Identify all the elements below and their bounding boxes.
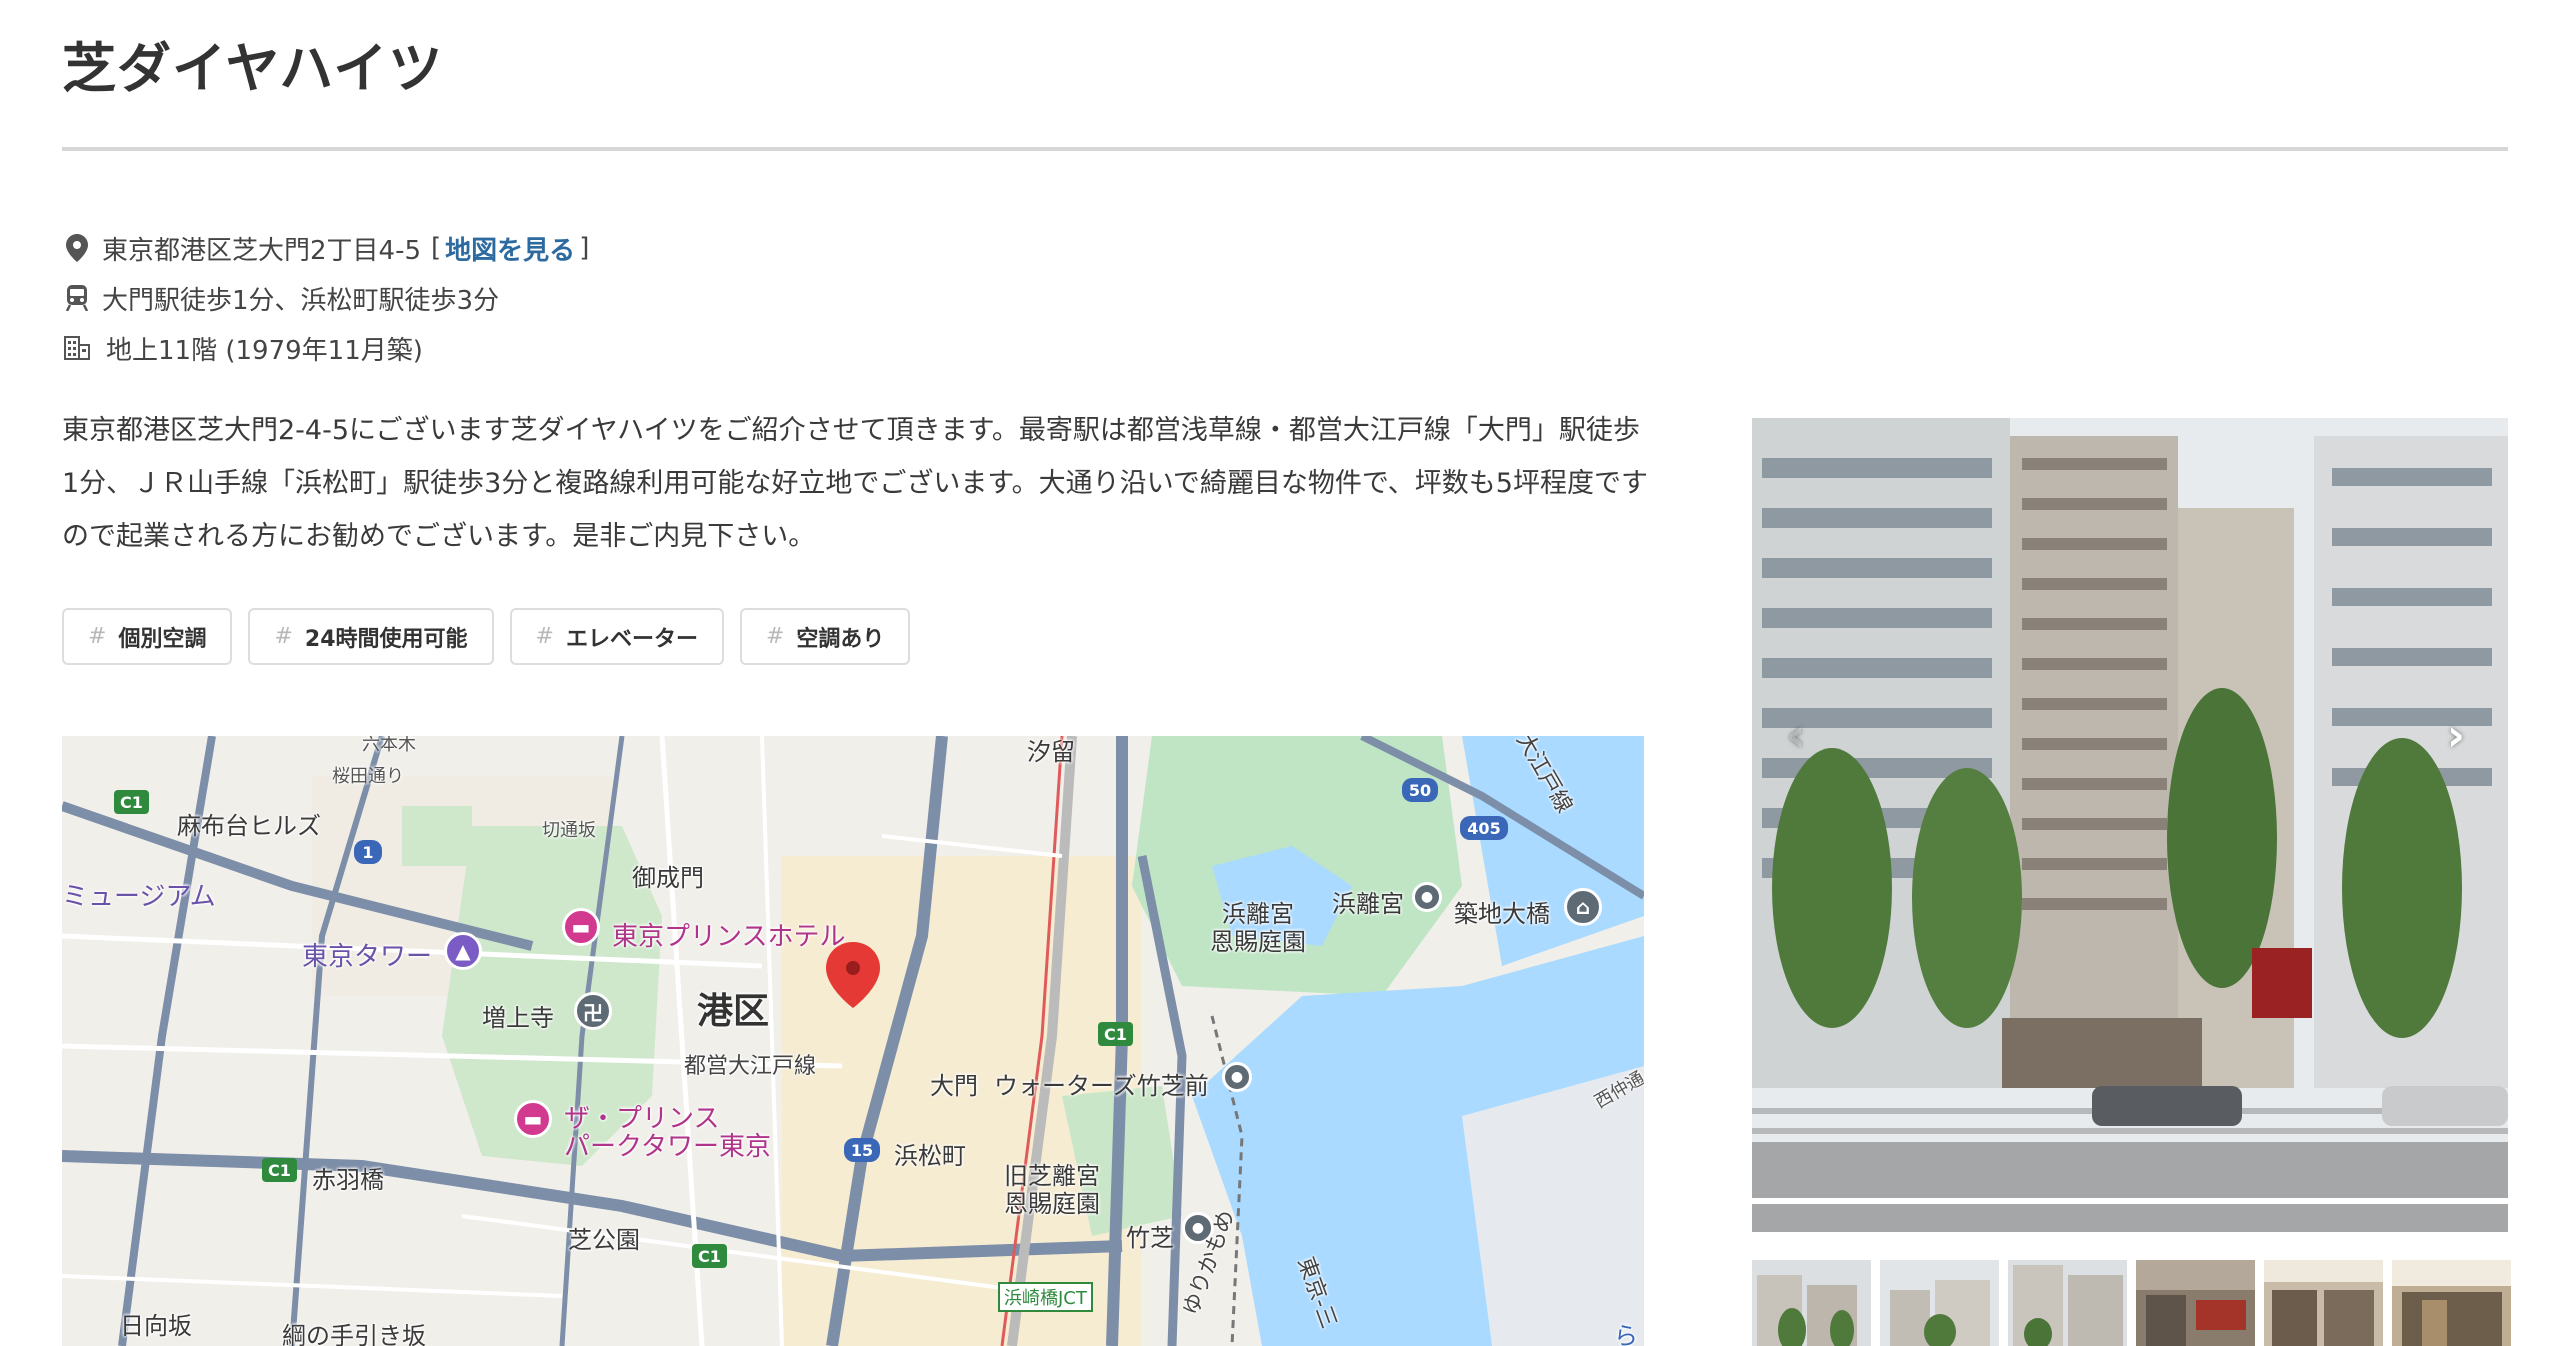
map-label-hinatazaka: 日向坂 — [120, 1312, 192, 1340]
tag-label: 個別空調 — [118, 626, 207, 652]
property-description: 東京都港区芝大門2-4-5にございます芝ダイヤハイツをご紹介させて頂きます。最寄… — [62, 404, 1662, 563]
map-label-sakurada: 桜田通り — [332, 766, 404, 787]
thumbnail-1[interactable] — [1752, 1260, 1871, 1346]
map-label-museum: ミュージアム — [62, 882, 216, 912]
map-label-tokyo-tower: 東京タワー — [302, 942, 433, 972]
bracket-open: [ — [431, 233, 442, 263]
description-line: 東京都港区芝大門2-4-5にございます芝ダイヤハイツをご紹介させて頂きます。最寄… — [62, 415, 1640, 446]
hotel-icon: ▬ — [514, 1100, 552, 1138]
map-label-roppongi: 六本木 — [362, 736, 416, 755]
c1-shield: C1 — [1098, 1022, 1133, 1046]
building-row: 地上11階 (1979年11月築) — [62, 328, 423, 368]
map-label-azabudai: 麻布台ヒルズ — [177, 812, 321, 840]
thumbnail-2[interactable] — [1880, 1260, 1999, 1346]
map-pin-icon — [62, 233, 92, 263]
train-icon — [62, 283, 92, 313]
thumbnail-4[interactable] — [2136, 1260, 2255, 1346]
gallery-prev-button[interactable]: ‹ — [1776, 710, 1816, 761]
tower-icon: ▲ — [444, 932, 482, 970]
tag-individual-ac[interactable]: # 個別空調 — [62, 608, 233, 665]
page-title: 芝ダイヤハイツ — [62, 37, 444, 100]
c1-shield: C1 — [262, 1158, 297, 1182]
map-label-kiridoshi: 切通坂 — [542, 820, 596, 841]
map-label-onarimon: 御成門 — [632, 864, 704, 892]
gallery-next-button[interactable]: › — [2436, 710, 2476, 761]
map-label-waters: ウォーターズ竹芝前 — [994, 1072, 1209, 1100]
c1-shield: C1 — [114, 790, 149, 814]
address-text: 東京都港区芝大門2丁目4-5 — [102, 235, 422, 266]
tag-aircon[interactable]: # 空調あり — [739, 608, 911, 665]
map-label-tsukiji-ohashi: 築地大橋 — [1454, 900, 1550, 928]
hash-icon: # — [88, 624, 107, 649]
map-label-tsuna: 綱の手引き坂 — [282, 1322, 426, 1346]
map-label-shiodome: 汐留 — [1027, 738, 1075, 766]
map-label-kyu-shiba-2: 恩賜庭園 — [1004, 1190, 1100, 1218]
map-label-hamamatsucho: 浜松町 — [894, 1142, 966, 1170]
property-photo-main[interactable] — [1752, 418, 2508, 1232]
thumbnail-6[interactable] — [2392, 1260, 2511, 1346]
property-detail-page: 芝ダイヤハイツ 東京都港区芝大門2丁目4-5 [ 地図を見る ] 大門駅徒歩1分… — [0, 0, 2560, 1346]
route-shield: 50 — [1402, 778, 1438, 802]
map-label-takeshiba: 竹芝 — [1126, 1224, 1174, 1252]
bus-stop-icon: ● — [1222, 1062, 1252, 1092]
map-label-ra: ら — [1614, 1322, 1638, 1346]
tag-24h[interactable]: #24時間使用可能 — [248, 608, 494, 665]
map-label-oedo-line: 都営大江戸線 — [684, 1054, 817, 1079]
tag-label: 空調あり — [796, 626, 885, 652]
address-row: 東京都港区芝大門2丁目4-5 [ 地図を見る ] — [62, 228, 589, 268]
location-map[interactable]: 桜田通り 切通坂 麻布台ヒルズ ミュージアム 東京タワー ▲ ▬ 東京プリンスホ… — [62, 736, 1644, 1346]
title-divider — [62, 147, 2508, 151]
photo-thumbnails — [1752, 1260, 2511, 1346]
hotel-icon: ▬ — [562, 908, 600, 946]
description-line: ので起業される方にお勧めでございます。是非ご内見下さい。 — [62, 521, 816, 552]
hash-icon: # — [765, 624, 785, 649]
bracket-close: ] — [579, 233, 590, 263]
route-shield: 405 — [1460, 816, 1508, 840]
thumbnail-3[interactable] — [2008, 1260, 2127, 1346]
bridge-icon: ⌂ — [1564, 888, 1602, 926]
feature-tags: # 個別空調 #24時間使用可能 # エレベーター # 空調あり — [62, 608, 911, 665]
view-map-link[interactable]: 地図を見る — [445, 230, 575, 267]
map-label-minato: 港区 — [697, 991, 770, 1032]
access-row: 大門駅徒歩1分、浜松町駅徒歩3分 — [62, 278, 499, 318]
map-label-akabanebashi: 赤羽橋 — [312, 1166, 384, 1194]
map-label-hamarikyu-2: 恩賜庭園 — [1210, 928, 1306, 956]
bus-stop-icon: ● — [1412, 882, 1442, 912]
map-label-zojoji: 増上寺 — [482, 1004, 554, 1032]
hash-icon: # — [274, 624, 293, 649]
map-label-hamarikyu-station: 浜離宮 — [1332, 890, 1404, 918]
building-icon — [62, 333, 92, 363]
tag-label: 24時間使用可能 — [304, 626, 468, 652]
map-label-hamazakibashi: 浜崎橋JCT — [998, 1282, 1093, 1312]
map-label-tokyo-prince: 東京プリンスホテル — [612, 922, 846, 952]
access-text: 大門駅徒歩1分、浜松町駅徒歩3分 — [102, 285, 500, 316]
map-label-prince-park-2: パークタワー東京 — [564, 1132, 771, 1162]
route-shield: 15 — [844, 1138, 880, 1162]
tag-label: エレベーター — [565, 626, 698, 652]
building-text: 地上11階 (1979年11月築) — [106, 335, 423, 366]
thumbnail-5[interactable] — [2264, 1260, 2383, 1346]
description-line: 1分、ＪＲ山手線「浜松町」駅徒歩3分と複路線利用可能な好立地でございます。大通り… — [62, 468, 1648, 499]
map-label-daimon: 大門 — [930, 1072, 978, 1100]
building-photo — [1752, 418, 2508, 1232]
route-shield: 1 — [354, 840, 382, 864]
hash-icon: # — [535, 624, 554, 649]
c1-shield: C1 — [692, 1244, 727, 1268]
temple-icon: 卍 — [574, 992, 612, 1030]
map-label-shibakoen: 芝公園 — [568, 1226, 640, 1254]
tag-elevator[interactable]: # エレベーター — [509, 608, 724, 665]
